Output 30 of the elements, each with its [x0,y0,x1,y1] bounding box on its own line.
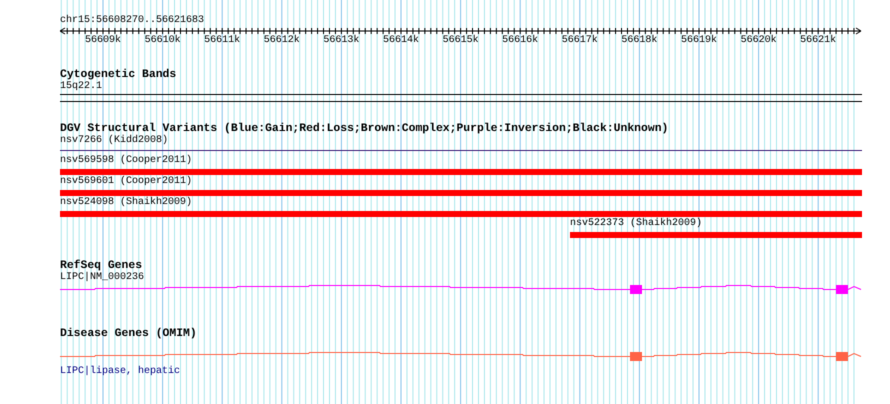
track-title: RefSeq Genes [60,260,142,272]
ruler-tick-label: 56609k [85,35,121,47]
ruler-tick-label: 56615k [442,35,479,47]
ruler-tick-label: 56610k [144,35,181,47]
ruler-tick-label: 56611k [204,35,240,47]
ruler-tick-label: 56621k [800,35,836,47]
variant-label: nsv522373 (Shaikh2009) [570,218,702,230]
ruler-tick-label: 56617k [562,35,598,47]
variant-bar[interactable] [570,232,862,238]
location-label: chr15:56608270..56621683 [60,15,204,27]
gene-link[interactable]: LIPC|lipase, hepatic [60,366,180,378]
band-label: 15q22.1 [60,81,102,93]
variant-bar[interactable] [60,211,862,217]
track-title: Disease Genes (OMIM) [60,328,197,340]
variant-label: nsv569598 (Cooper2011) [60,155,192,167]
variant-label: nsv524098 (Shaikh2009) [60,197,192,209]
ruler-tick-label: 56620k [740,35,777,47]
variant-bar[interactable] [60,169,862,175]
ruler-tick-label: 56614k [383,35,419,47]
track-title: DGV Structural Variants (Blue:Gain;Red:Loss;Brown:Complex;Purple:Inversion;Black:Unknown) [60,123,668,135]
variant-bar[interactable] [60,190,862,196]
ruler-tick-label: 56618k [621,35,658,47]
ruler-tick-label: 56616k [502,35,538,47]
ruler-tick-label: 56612k [264,35,300,47]
gene-label: LIPC|NM_000236 [60,272,144,284]
track-title: Cytogenetic Bands [60,69,176,81]
ruler-tick-label: 56619k [681,35,717,47]
variant-label: nsv569601 (Cooper2011) [60,176,192,188]
variant-label: nsv7266 (Kidd2008) [60,135,168,147]
ruler-tick-label: 56613k [323,35,360,47]
